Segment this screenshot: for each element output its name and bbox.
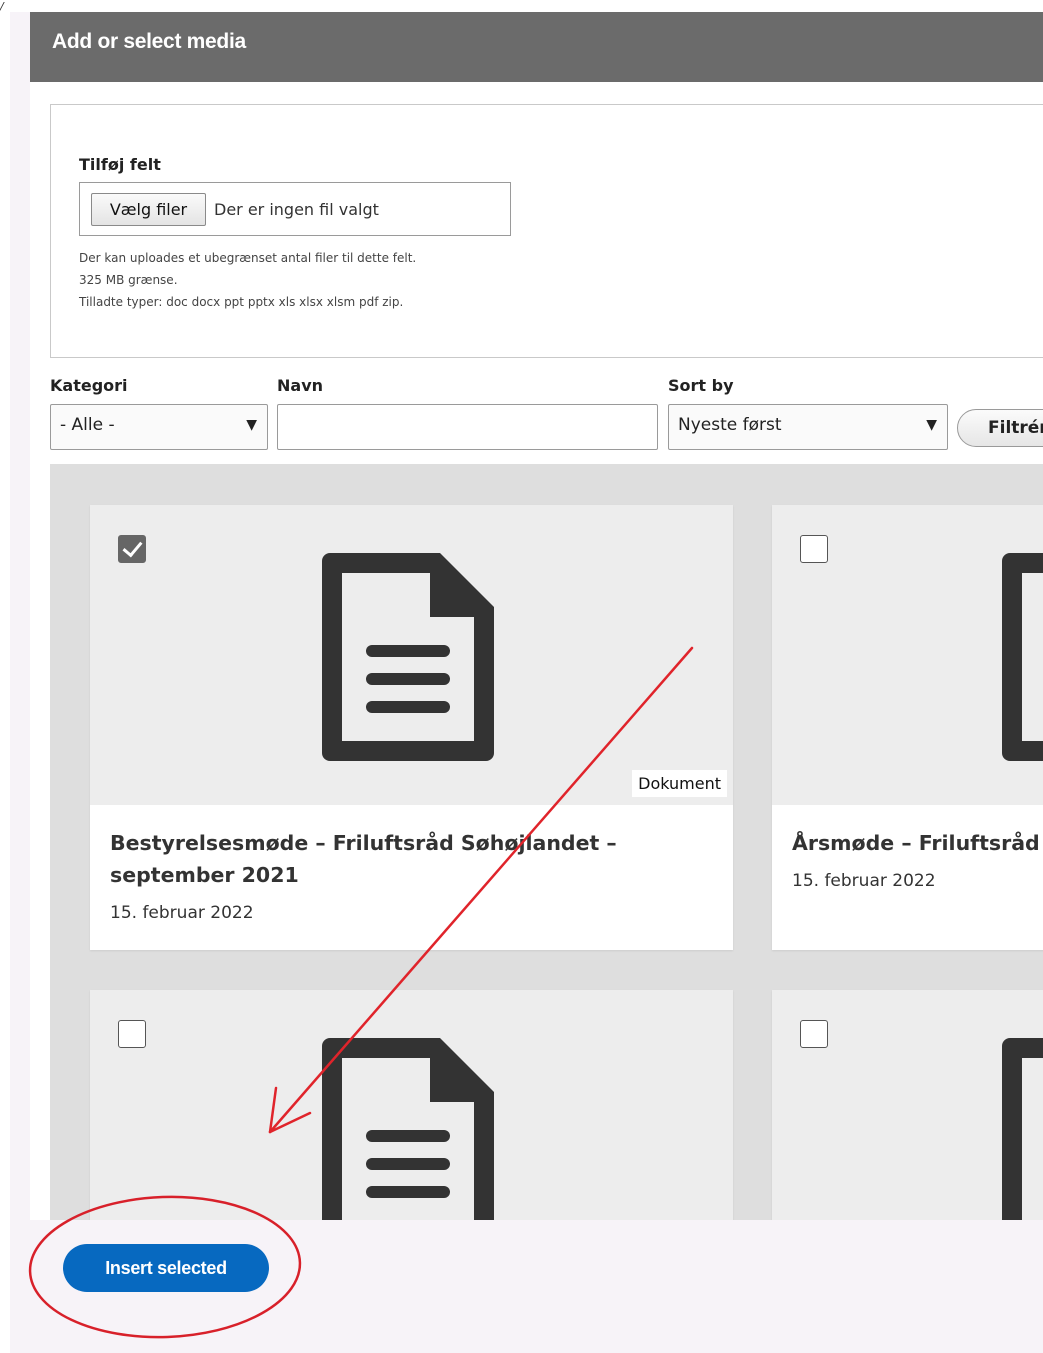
sort-select[interactable]: Nyeste først ▼ bbox=[668, 404, 948, 450]
media-grid: Dokument Bestyrelsesmøde – Friluftsråd S… bbox=[50, 464, 1043, 1220]
select-checkbox[interactable] bbox=[800, 1020, 828, 1048]
document-icon bbox=[1002, 553, 1043, 761]
upload-label: Tilføj felt bbox=[79, 155, 161, 174]
top-strip bbox=[0, 0, 1043, 12]
sort-select-value: Nyeste først bbox=[678, 415, 782, 435]
document-icon bbox=[1002, 1038, 1043, 1220]
media-thumbnail: Dokument bbox=[90, 505, 733, 805]
filter-button[interactable]: Filtrér bbox=[957, 409, 1043, 447]
upload-help-line: Tilladte typer: doc docx ppt pptx xls xl… bbox=[79, 295, 404, 309]
media-card[interactable]: Årsmøde – Friluftsråd ( 15. februar 2022 bbox=[772, 505, 1043, 950]
corner-mark: / bbox=[0, 0, 4, 13]
upload-help: Der kan uploades et ubegrænset antal fil… bbox=[79, 247, 416, 313]
document-icon bbox=[322, 553, 494, 761]
media-card[interactable]: Dokument Bestyrelsesmøde – Friluftsråd S… bbox=[90, 505, 733, 950]
media-dialog: Add or select media Tilføj felt Vælg fil… bbox=[30, 12, 1043, 1220]
media-thumbnail bbox=[772, 505, 1043, 805]
chevron-down-icon: ▼ bbox=[246, 417, 257, 433]
chevron-down-icon: ▼ bbox=[926, 417, 937, 433]
document-icon bbox=[322, 1038, 494, 1220]
upload-section: Tilføj felt Vælg filer Der er ingen fil … bbox=[50, 104, 1043, 358]
category-select[interactable]: - Alle - ▼ bbox=[50, 404, 268, 450]
media-type-badge: Dokument bbox=[632, 770, 727, 797]
file-status-text: Der er ingen fil valgt bbox=[214, 200, 379, 219]
file-input[interactable]: Vælg filer Der er ingen fil valgt bbox=[79, 182, 511, 236]
category-select-value: - Alle - bbox=[60, 415, 115, 435]
media-thumbnail bbox=[90, 990, 733, 1220]
upload-help-line: Der kan uploades et ubegrænset antal fil… bbox=[79, 251, 417, 265]
media-date: 15. februar 2022 bbox=[792, 871, 936, 891]
left-strip bbox=[0, 0, 10, 1353]
media-thumbnail bbox=[772, 990, 1043, 1220]
media-title: Årsmøde – Friluftsråd ( bbox=[792, 831, 1043, 855]
media-card[interactable] bbox=[90, 990, 733, 1220]
select-checkbox[interactable] bbox=[118, 535, 146, 563]
filter-bar: Kategori - Alle - ▼ Navn Sort by Nyeste … bbox=[50, 372, 1043, 452]
dialog-titlebar: Add or select media bbox=[30, 12, 1043, 82]
media-date: 15. februar 2022 bbox=[110, 903, 254, 923]
media-title: Bestyrelsesmøde – Friluftsråd Søhøjlande… bbox=[110, 831, 617, 887]
dialog-footer: Insert selected bbox=[10, 1220, 1043, 1353]
upload-help-line: 325 MB grænse. bbox=[79, 273, 178, 287]
select-checkbox[interactable] bbox=[800, 535, 828, 563]
name-label: Navn bbox=[277, 376, 324, 395]
choose-files-button[interactable]: Vælg filer bbox=[91, 193, 206, 226]
select-checkbox[interactable] bbox=[118, 1020, 146, 1048]
name-input[interactable] bbox=[277, 404, 658, 450]
dialog-title: Add or select media bbox=[52, 30, 246, 53]
media-card[interactable] bbox=[772, 990, 1043, 1220]
category-label: Kategori bbox=[50, 376, 128, 395]
sort-label: Sort by bbox=[668, 376, 734, 395]
insert-selected-button[interactable]: Insert selected bbox=[63, 1244, 269, 1292]
